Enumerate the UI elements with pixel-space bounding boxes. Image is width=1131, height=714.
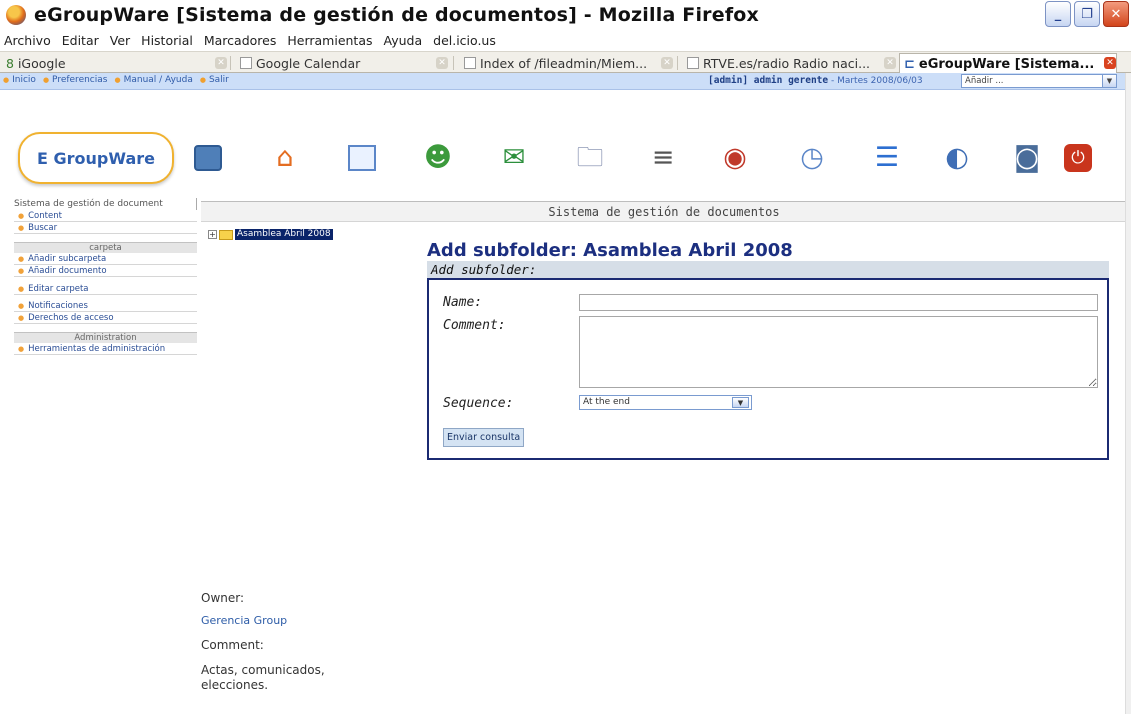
close-tab-icon[interactable]: ✕ bbox=[215, 57, 227, 69]
menu-marcadores[interactable]: Marcadores bbox=[204, 33, 277, 48]
window-title: eGroupWare [Sistema de gestión de docume… bbox=[34, 4, 759, 26]
wiki-icon[interactable]: ◐ bbox=[939, 140, 975, 176]
tab-egroupware[interactable]: ⊏ eGroupWare [Sistema... ✕ bbox=[899, 53, 1117, 74]
sidebar-title: Sistema de gestión de document bbox=[14, 198, 197, 210]
close-tab-icon[interactable]: ✕ bbox=[436, 57, 448, 69]
expand-icon[interactable]: + bbox=[208, 230, 217, 239]
name-label: Name: bbox=[443, 295, 483, 310]
user-name: [admin] admin gerente bbox=[708, 75, 829, 86]
apps-overview-icon[interactable] bbox=[190, 140, 226, 176]
form-title: Add subfolder: Asamblea Abril 2008 bbox=[427, 240, 793, 261]
comment-label: Comment: bbox=[443, 318, 506, 333]
page-icon bbox=[687, 57, 699, 69]
sidebar-section-administration: Administration bbox=[14, 332, 197, 343]
folder-tree: + Asamblea Abril 2008 bbox=[208, 229, 333, 240]
nav-manual-ayuda[interactable]: Manual / Ayuda bbox=[114, 75, 193, 85]
menu-editar[interactable]: Editar bbox=[62, 33, 99, 48]
sidebar: Sistema de gestión de document Content B… bbox=[14, 198, 197, 355]
filemanager-icon[interactable]: 🗀 bbox=[572, 140, 608, 176]
timesheet-icon[interactable]: ◉ bbox=[717, 140, 753, 176]
sequence-select[interactable]: At the end ▼ bbox=[579, 395, 752, 410]
menu-delicious[interactable]: del.icio.us bbox=[433, 33, 496, 48]
menu-historial[interactable]: Historial bbox=[141, 33, 193, 48]
add-subfolder-form: Name: Comment: Sequence: At the end ▼ En… bbox=[427, 278, 1109, 460]
form-section-title: Add subfolder: bbox=[427, 261, 1109, 278]
tab-label: Google Calendar bbox=[256, 55, 361, 71]
nav-salir[interactable]: Salir bbox=[200, 75, 229, 85]
folder-comment-label: Comment: bbox=[201, 638, 264, 652]
page-icon bbox=[464, 57, 476, 69]
tab-label: iGoogle bbox=[17, 55, 66, 71]
igoogle-icon: 8 bbox=[6, 55, 14, 71]
egroupware-logo[interactable]: E GroupWare bbox=[18, 132, 174, 184]
menu-herramientas[interactable]: Herramientas bbox=[287, 33, 372, 48]
sidebar-item-anadir-documento[interactable]: Añadir documento bbox=[14, 265, 197, 277]
list-icon[interactable]: ☰ bbox=[869, 140, 905, 176]
vertical-scrollbar[interactable] bbox=[1125, 73, 1131, 714]
folder-comment-value: Actas, comunicados, elecciones. bbox=[201, 663, 325, 692]
user-info: [admin] admin gerente - Martes 2008/06/0… bbox=[708, 75, 923, 86]
sidebar-item-buscar[interactable]: Buscar bbox=[14, 222, 197, 234]
owner-label: Owner: bbox=[201, 591, 245, 605]
sidebar-item-content[interactable]: Content bbox=[14, 210, 197, 222]
close-button[interactable]: ✕ bbox=[1103, 1, 1129, 27]
sidebar-item-anadir-subcarpeta[interactable]: Añadir subcarpeta bbox=[14, 253, 197, 265]
egroupware-icon: ⊏ bbox=[904, 56, 915, 72]
sidebar-item-editar-carpeta[interactable]: Editar carpeta bbox=[14, 283, 197, 295]
current-date: - Martes 2008/06/03 bbox=[828, 76, 923, 86]
page-header: Sistema de gestión de documentos bbox=[201, 201, 1127, 222]
tab-google-calendar[interactable]: Google Calendar ✕ bbox=[236, 54, 448, 72]
email-icon[interactable]: ✉ bbox=[496, 140, 532, 176]
owner-value[interactable]: Gerencia Group bbox=[201, 614, 287, 627]
close-tab-icon[interactable]: ✕ bbox=[661, 57, 673, 69]
add-select[interactable]: Añadir ... ▼ bbox=[961, 74, 1117, 88]
clock-icon[interactable]: ◷ bbox=[794, 140, 830, 176]
tab-label: RTVE.es/radio Radio naci... bbox=[703, 55, 871, 71]
calendar-icon bbox=[240, 57, 252, 69]
comment-field[interactable] bbox=[579, 316, 1098, 388]
calendar-icon[interactable] bbox=[344, 140, 380, 176]
sidebar-section-carpeta: carpeta bbox=[14, 242, 197, 253]
app-icon-bar: ⌂ ☻ ✉ 🗀 ≡ ◉ ◷ ☰ ◐ ◙ ⏻ bbox=[190, 140, 1120, 180]
maximize-button[interactable]: ❐ bbox=[1074, 1, 1100, 27]
chevron-down-icon: ▼ bbox=[732, 397, 749, 408]
logout-icon[interactable]: ⏻ bbox=[1060, 140, 1096, 176]
projects-icon[interactable]: ≡ bbox=[645, 140, 681, 176]
browser-window: eGroupWare [Sistema de gestión de docume… bbox=[0, 0, 1131, 714]
tab-bar: 8 iGoogle ✕ Google Calendar ✕ Index of /… bbox=[0, 51, 1131, 74]
firefox-icon bbox=[6, 5, 26, 25]
submit-button[interactable]: Enviar consulta bbox=[443, 428, 525, 447]
sidebar-item-notificaciones[interactable]: Notificaciones bbox=[14, 300, 197, 312]
tab-label: Index of /fileadmin/Miem... bbox=[480, 55, 648, 71]
folder-icon bbox=[219, 229, 233, 240]
nav-inicio[interactable]: Inicio bbox=[3, 75, 36, 85]
sequence-label: Sequence: bbox=[443, 396, 514, 411]
sidebar-item-herramientas-administracion[interactable]: Herramientas de administración bbox=[14, 343, 197, 355]
name-field[interactable] bbox=[579, 294, 1098, 311]
add-select-value: Añadir ... bbox=[965, 76, 1004, 86]
tab-igoogle[interactable]: 8 iGoogle ✕ bbox=[2, 54, 227, 72]
menu-ayuda[interactable]: Ayuda bbox=[384, 33, 423, 48]
minimize-button[interactable]: _ bbox=[1045, 1, 1071, 27]
menu-archivo[interactable]: Archivo bbox=[4, 33, 51, 48]
tab-label: eGroupWare [Sistema... bbox=[918, 56, 1095, 72]
tab-rtve[interactable]: RTVE.es/radio Radio naci... ✕ bbox=[683, 54, 896, 72]
nav-preferencias[interactable]: Preferencias bbox=[43, 75, 107, 85]
close-tab-icon[interactable]: ✕ bbox=[884, 57, 896, 69]
egw-top-strip: Inicio Preferencias Manual / Ayuda Salir… bbox=[0, 73, 1131, 90]
menu-bar: Archivo Editar Ver Historial Marcadores … bbox=[0, 30, 1131, 51]
tree-folder-label[interactable]: Asamblea Abril 2008 bbox=[235, 229, 333, 240]
news-icon[interactable]: ◙ bbox=[1009, 140, 1045, 176]
sidebar-item-derechos-de-acceso[interactable]: Derechos de acceso bbox=[14, 312, 197, 324]
tab-index-fileadmin[interactable]: Index of /fileadmin/Miem... ✕ bbox=[460, 54, 673, 72]
top-navigation: Inicio Preferencias Manual / Ayuda Salir bbox=[3, 75, 229, 85]
window-controls: _ ❐ ✕ bbox=[1045, 1, 1129, 27]
menu-ver[interactable]: Ver bbox=[110, 33, 130, 48]
addressbook-icon[interactable]: ☻ bbox=[420, 140, 456, 176]
home-icon[interactable]: ⌂ bbox=[267, 140, 303, 176]
chevron-down-icon: ▼ bbox=[1102, 75, 1116, 87]
title-bar: eGroupWare [Sistema de gestión de docume… bbox=[0, 0, 1131, 30]
close-tab-icon[interactable]: ✕ bbox=[1104, 57, 1116, 69]
sequence-value: At the end bbox=[583, 397, 630, 407]
